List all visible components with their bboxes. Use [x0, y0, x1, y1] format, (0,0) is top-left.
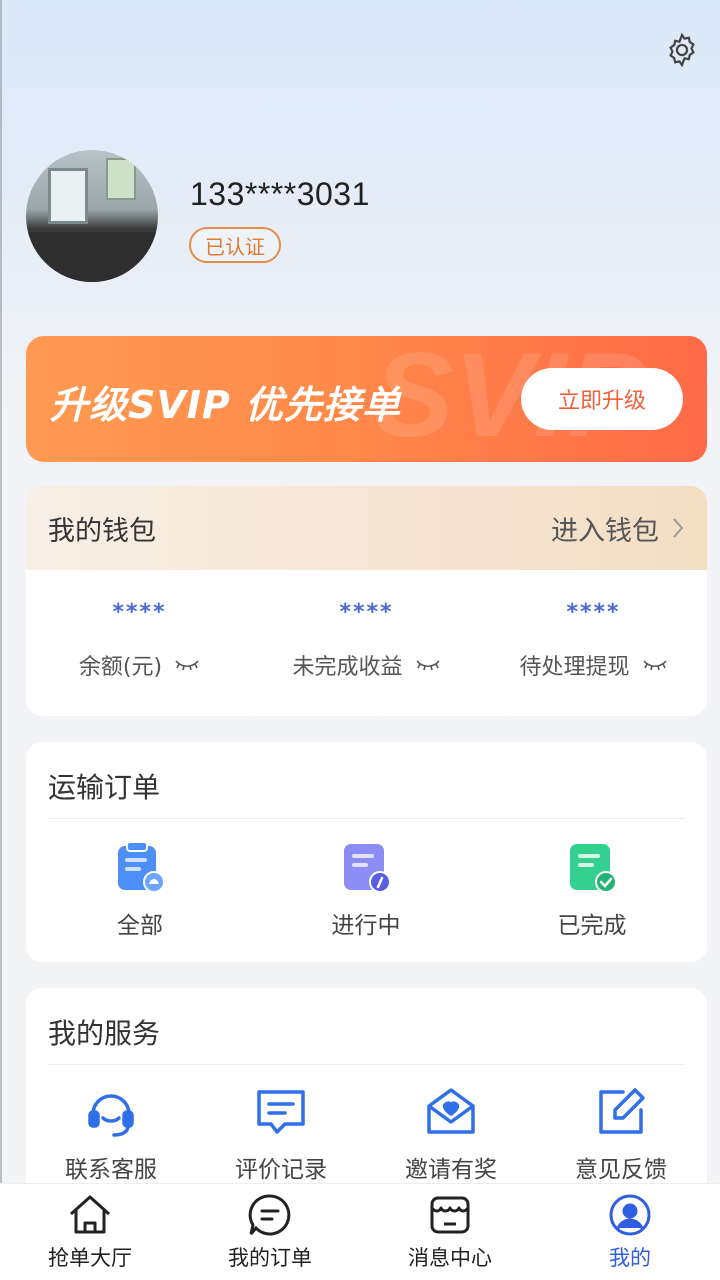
phone-number: 133****3031 [190, 176, 370, 212]
svip-title: 升级SVIP 优先接单 [50, 383, 401, 427]
clipboard-progress-icon [344, 844, 391, 893]
edit-icon [599, 1088, 645, 1134]
avatar-photo-window [48, 168, 88, 224]
service-label: 邀请有奖 [405, 1157, 497, 1183]
wallet-card: 我的钱包 进入钱包 **** 余额(元) **** 未完成收益 **** 待处理… [26, 486, 707, 716]
order-label: 进行中 [331, 913, 401, 939]
avatar-photo-frame [106, 158, 136, 200]
clipboard-all-icon [118, 841, 165, 893]
store-message-icon [430, 1196, 470, 1234]
service-label: 意见反馈 [575, 1157, 667, 1183]
nav-item-order-hall[interactable]: 抢单大厅 [0, 1184, 180, 1280]
wallet-stats: **** 余额(元) **** 未完成收益 **** 待处理提现 [26, 570, 707, 716]
my-services-card: 我的服务 联系客服 评价记录 邀请有奖 意见反馈 [26, 988, 707, 1208]
service-feedback[interactable]: 意见反馈 [546, 1084, 696, 1184]
headset-icon [88, 1094, 134, 1137]
stat-value: **** [112, 600, 167, 625]
stat-pending-withdraw: **** 待处理提现 [480, 570, 707, 716]
avatar[interactable] [26, 150, 158, 282]
orders-title: 运输订单 [48, 771, 161, 804]
enter-wallet-label: 进入钱包 [551, 515, 659, 547]
stat-label: 待处理提现 [519, 655, 630, 680]
nav-item-me[interactable]: 我的 [540, 1184, 720, 1280]
chat-order-icon [248, 1194, 291, 1236]
order-label: 全部 [117, 913, 163, 939]
bottom-nav: 抢单大厅 我的订单 消息中心 我的 [0, 1184, 720, 1280]
avatar-photo-desk [26, 232, 158, 282]
transport-orders-card: 运输订单 全部 进行中 已完成 [26, 742, 707, 962]
stat-label: 余额(元) [78, 655, 163, 680]
service-label: 评价记录 [235, 1157, 327, 1183]
comment-icon [257, 1090, 305, 1134]
services-title: 我的服务 [48, 1017, 161, 1050]
order-all[interactable]: 全部 [70, 840, 210, 940]
home-icon [69, 1195, 111, 1234]
gift-mail-icon [427, 1088, 475, 1134]
divider [48, 1064, 685, 1065]
divider [48, 818, 685, 819]
enter-wallet-link[interactable]: 进入钱包 [551, 509, 685, 548]
service-contact-support[interactable]: 联系客服 [36, 1084, 186, 1184]
upgrade-button[interactable]: 立即升级 [521, 368, 683, 430]
window-edge [0, 0, 2, 1280]
stat-label: 未完成收益 [292, 655, 403, 680]
service-label: 联系客服 [65, 1157, 157, 1183]
settings-button[interactable] [662, 30, 702, 70]
order-in-progress[interactable]: 进行中 [296, 840, 436, 940]
nav-label: 抢单大厅 [48, 1246, 132, 1270]
order-completed[interactable]: 已完成 [522, 840, 662, 940]
eye-closed-icon[interactable] [174, 658, 200, 672]
nav-label: 我的订单 [228, 1246, 312, 1270]
service-review-history[interactable]: 评价记录 [206, 1084, 356, 1184]
eye-closed-icon[interactable] [415, 658, 441, 672]
user-icon [609, 1194, 651, 1236]
stat-pending-income: **** 未完成收益 [253, 570, 480, 716]
nav-item-messages[interactable]: 消息中心 [360, 1184, 540, 1280]
clipboard-done-icon [570, 844, 617, 893]
nav-label: 消息中心 [408, 1246, 492, 1270]
stat-balance: **** 余额(元) [26, 570, 253, 716]
order-label: 已完成 [557, 913, 627, 939]
wallet-header: 我的钱包 进入钱包 [26, 486, 707, 570]
stat-value: **** [566, 600, 621, 625]
service-invite-rewards[interactable]: 邀请有奖 [376, 1084, 526, 1184]
verified-badge: 已认证 [189, 227, 281, 263]
gear-icon [669, 32, 695, 68]
svip-banner[interactable]: SVIP 升级SVIP 优先接单 立即升级 [26, 336, 707, 462]
wallet-title: 我的钱包 [48, 515, 156, 547]
stat-value: **** [339, 600, 394, 625]
nav-label: 我的 [609, 1246, 651, 1270]
chevron-right-icon [673, 518, 684, 538]
nav-item-my-orders[interactable]: 我的订单 [180, 1184, 360, 1280]
eye-closed-icon[interactable] [642, 658, 668, 672]
